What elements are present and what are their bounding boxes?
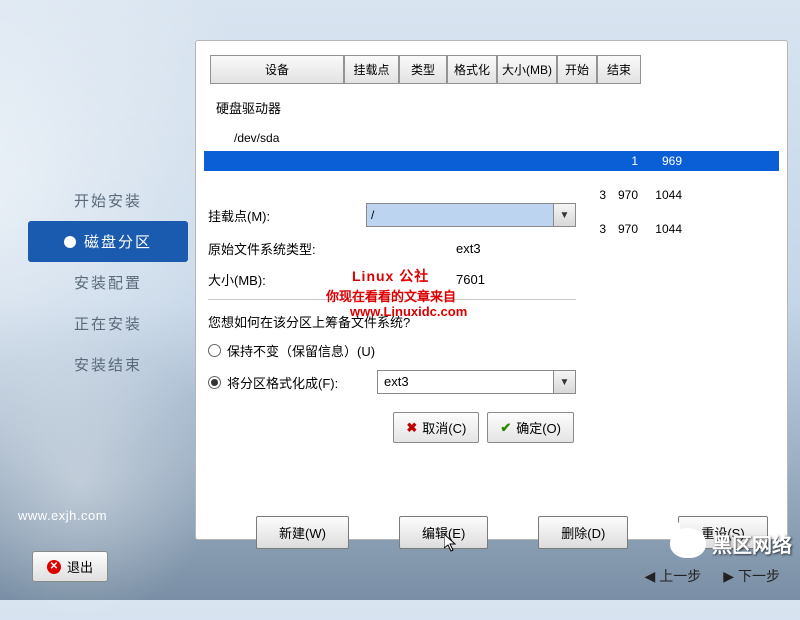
sidebar-item-finish[interactable]: 安装结束 <box>28 344 188 385</box>
cancel-button[interactable]: ✖取消(C) <box>393 412 479 443</box>
exit-button[interactable]: ✕ 退出 <box>32 551 108 582</box>
site-url: www.exjh.com <box>18 508 107 523</box>
edit-button[interactable]: 编辑(E) <box>399 516 488 549</box>
installer-sidebar: 开始安装 磁盘分区 安装配置 正在安装 安装结束 <box>28 180 188 385</box>
radio-format[interactable]: 将分区格式化成(F): ext3 ▼ <box>208 370 576 394</box>
drive-group: 硬盘驱动器 <box>216 98 787 117</box>
close-icon: ✕ <box>47 560 61 574</box>
mount-input[interactable] <box>367 204 553 226</box>
new-button[interactable]: 新建(W) <box>256 516 349 549</box>
check-icon: ✔ <box>500 420 511 436</box>
prev-button[interactable]: ◀上一步 <box>636 560 709 592</box>
bullet-icon <box>64 236 76 248</box>
radio-icon[interactable] <box>208 376 221 389</box>
format-combo[interactable]: ext3 ▼ <box>377 370 576 394</box>
x-icon: ✖ <box>406 420 417 436</box>
mount-label: 挂载点(M): <box>208 206 366 225</box>
sidebar-item-start[interactable]: 开始安装 <box>28 180 188 221</box>
table-row[interactable]: 1 969 <box>204 151 779 171</box>
delete-button[interactable]: 删除(D) <box>538 516 628 549</box>
ok-button[interactable]: ✔确定(O) <box>487 412 574 443</box>
mushroom-icon <box>670 528 706 558</box>
dialog-question: 您想如何在该分区上筹备文件系统? <box>208 312 410 331</box>
chevron-down-icon[interactable]: ▼ <box>553 204 575 226</box>
brand-overlay: 黑区网络 <box>670 528 792 558</box>
th-device[interactable]: 设备 <box>210 55 344 84</box>
sidebar-item-installing[interactable]: 正在安装 <box>28 303 188 344</box>
fs-orig-label: 原始文件系统类型: <box>208 239 366 258</box>
th-mount[interactable]: 挂载点 <box>344 55 399 84</box>
th-format[interactable]: 格式化 <box>447 55 497 84</box>
size-value: 7601 <box>456 272 485 287</box>
th-size[interactable]: 大小(MB) <box>497 55 557 84</box>
chevron-down-icon[interactable]: ▼ <box>553 371 575 393</box>
sidebar-item-partition[interactable]: 磁盘分区 <box>28 221 188 262</box>
radio-keep[interactable]: 保持不变（保留信息）(U) <box>208 341 576 360</box>
table-header: 设备 挂载点 类型 格式化 大小(MB) 开始 结束 <box>210 55 773 84</box>
next-button[interactable]: ▶下一步 <box>715 560 788 592</box>
radio-icon[interactable] <box>208 344 221 357</box>
edit-partition-dialog: 挂载点(M): ▼ 原始文件系统类型: ext3 大小(MB): 7601 您想… <box>200 191 584 481</box>
sidebar-item-label: 磁盘分区 <box>84 231 152 252</box>
sidebar-item-config[interactable]: 安装配置 <box>28 262 188 303</box>
partition-panel: 设备 挂载点 类型 格式化 大小(MB) 开始 结束 硬盘驱动器 /dev/sd… <box>195 40 788 540</box>
th-end[interactable]: 结束 <box>597 55 641 84</box>
th-type[interactable]: 类型 <box>399 55 447 84</box>
th-start[interactable]: 开始 <box>557 55 597 84</box>
fs-orig-value: ext3 <box>456 241 481 256</box>
mount-combo[interactable]: ▼ <box>366 203 576 227</box>
size-label: 大小(MB): <box>208 270 366 289</box>
device-label[interactable]: /dev/sda <box>234 131 787 145</box>
format-value: ext3 <box>378 371 553 393</box>
